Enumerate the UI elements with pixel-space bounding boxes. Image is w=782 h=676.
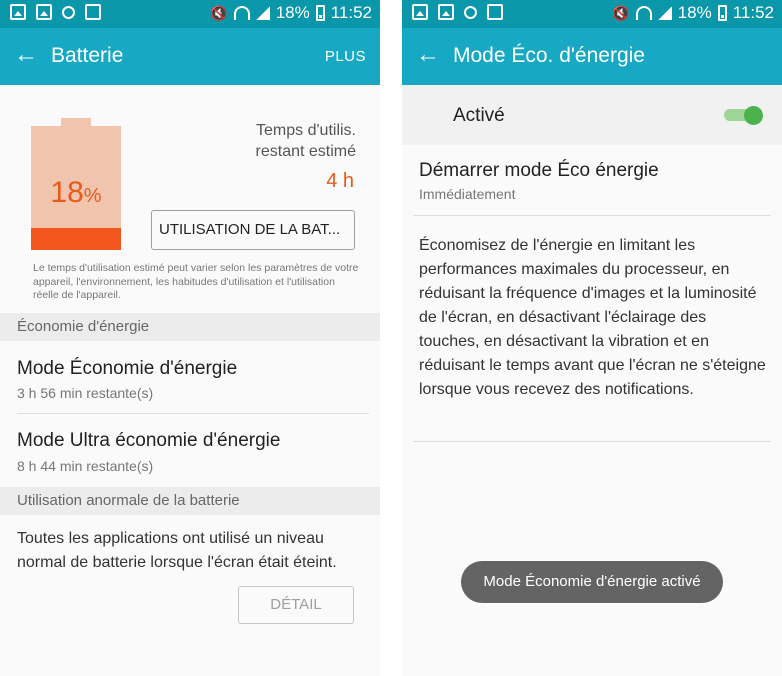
battery-percentage-symbol: % bbox=[83, 185, 102, 207]
gallery-notification-icon bbox=[10, 4, 26, 20]
clock: 11:52 bbox=[732, 3, 774, 22]
section-header-energy-saving: Économie d'énergie bbox=[0, 313, 380, 341]
page-title: Mode Éco. d'énergie bbox=[453, 44, 645, 67]
battery-percentage: 18% bbox=[31, 176, 121, 210]
master-switch-label: Activé bbox=[453, 105, 505, 126]
signal-icon bbox=[657, 6, 672, 20]
power-saving-mode-title[interactable]: Mode Économie d'énergie bbox=[17, 358, 237, 380]
remaining-time-value: 4 h bbox=[326, 170, 354, 192]
detail-button[interactable]: DÉTAIL bbox=[238, 586, 354, 624]
power-saving-description: Économisez de l'énergie en limitant les … bbox=[419, 237, 766, 398]
start-mode-subtitle: Immédiatement bbox=[419, 186, 516, 202]
wifi-icon bbox=[635, 6, 652, 20]
app-bar: ← Batterie PLUS bbox=[0, 28, 380, 85]
remaining-time-label: Temps d'utilis. restant estimé bbox=[186, 120, 356, 162]
remaining-time-label-line2: restant estimé bbox=[255, 143, 356, 160]
battery-body: 18% bbox=[31, 126, 121, 250]
battery-status-icon bbox=[717, 5, 727, 21]
battery-usage-button[interactable]: UTILISATION DE LA BAT... bbox=[151, 210, 355, 250]
screen-separator bbox=[380, 0, 402, 676]
battery-percent-text: 18% bbox=[677, 3, 712, 22]
battery-percent-text: 18% bbox=[275, 3, 310, 22]
divider bbox=[413, 215, 771, 216]
divider bbox=[17, 413, 369, 414]
power-saving-toggle[interactable] bbox=[724, 106, 764, 125]
master-switch-row[interactable]: Activé bbox=[402, 85, 782, 145]
divider bbox=[413, 441, 771, 442]
screenshot-notification-icon bbox=[438, 4, 454, 20]
signal-icon bbox=[255, 6, 270, 20]
battery-status-icon bbox=[315, 5, 325, 21]
store-notification-icon bbox=[85, 4, 101, 20]
remaining-time-label-line1: Temps d'utilis. bbox=[256, 122, 356, 139]
back-arrow-icon[interactable]: ← bbox=[414, 41, 442, 69]
mute-icon: 🔇 bbox=[612, 4, 630, 21]
screenshot-notification-icon bbox=[36, 4, 52, 20]
battery-percentage-number: 18 bbox=[50, 176, 84, 209]
power-saving-mode-subtitle: 3 h 56 min restante(s) bbox=[17, 385, 154, 401]
more-button[interactable]: PLUS bbox=[325, 48, 366, 65]
abnormal-usage-text: Toutes les applications ont utilisé un n… bbox=[17, 530, 337, 571]
battery-cap bbox=[61, 118, 91, 126]
ultra-power-saving-mode-subtitle: 8 h 44 min restante(s) bbox=[17, 458, 154, 474]
page-title: Batterie bbox=[51, 44, 124, 67]
store-notification-icon bbox=[487, 4, 503, 20]
toast-message: Mode Économie d'énergie activé bbox=[461, 561, 723, 603]
power-saving-screen: 🔇 18% 11:52 ← Mode Éco. d'énergie Activé… bbox=[402, 0, 782, 676]
ultra-power-saving-mode-title[interactable]: Mode Ultra économie d'énergie bbox=[17, 430, 280, 452]
clock: 11:52 bbox=[330, 3, 372, 22]
status-bar: 🔇 18% 11:52 bbox=[0, 0, 380, 28]
battery-fill bbox=[31, 228, 121, 250]
start-mode-title[interactable]: Démarrer mode Éco énergie bbox=[419, 160, 659, 182]
toggle-thumb bbox=[744, 106, 763, 125]
ring-notification-icon bbox=[62, 6, 75, 19]
ring-notification-icon bbox=[464, 6, 477, 19]
app-bar: ← Mode Éco. d'énergie bbox=[402, 28, 782, 85]
estimate-note: Le temps d'utilisation estimé peut varie… bbox=[33, 262, 359, 301]
gallery-notification-icon bbox=[412, 4, 428, 20]
battery-screen: 🔇 18% 11:52 ← Batterie PLUS 18% Temps d'… bbox=[0, 0, 380, 676]
mute-icon: 🔇 bbox=[210, 4, 228, 21]
section-header-abnormal-usage: Utilisation anormale de la batterie bbox=[0, 487, 380, 515]
battery-level-graphic: 18% bbox=[31, 118, 121, 250]
status-bar: 🔇 18% 11:52 bbox=[402, 0, 782, 28]
back-arrow-icon[interactable]: ← bbox=[12, 41, 40, 69]
wifi-icon bbox=[233, 6, 250, 20]
